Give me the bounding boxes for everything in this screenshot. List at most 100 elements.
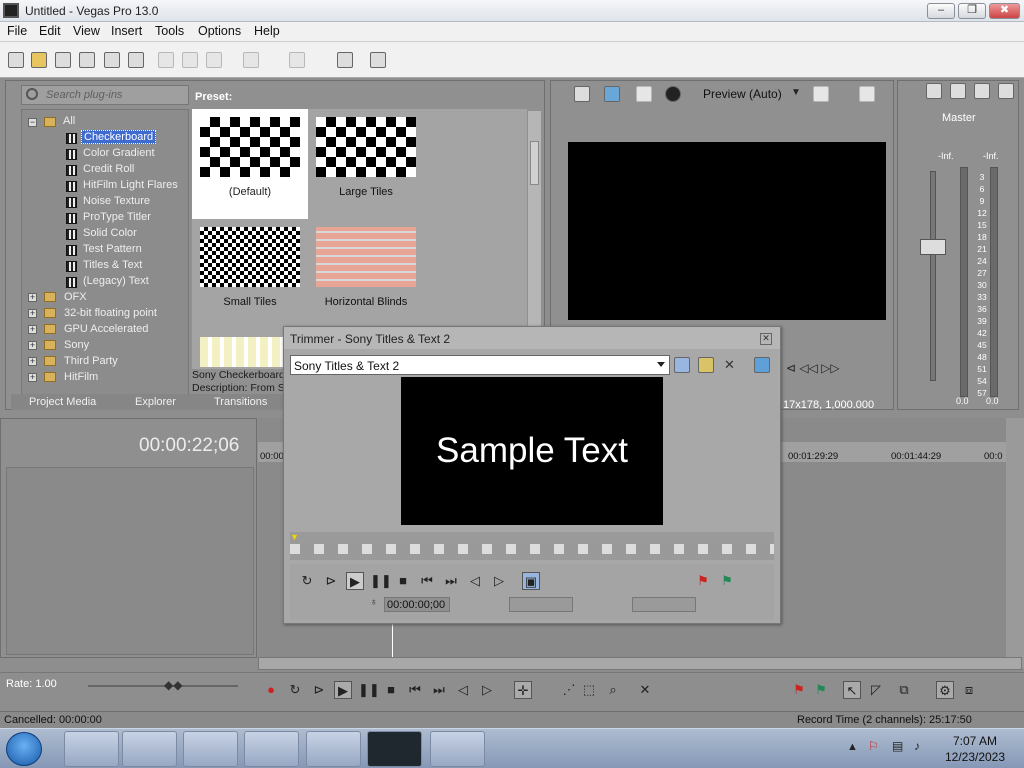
trimmer-in-field[interactable] — [509, 597, 573, 612]
auto-ripple-icon[interactable]: ◸ — [867, 681, 885, 699]
tree-node-credit-roll[interactable]: Credit Roll — [83, 163, 134, 175]
trimmer-start-icon[interactable]: ⏮ — [418, 572, 436, 590]
tree-node-checkerboard[interactable]: Checkerboard — [81, 130, 157, 144]
tree-node-hitfilm[interactable]: HitFilm — [64, 371, 98, 383]
help-pointer-icon[interactable] — [370, 52, 386, 68]
trimmer-timeline[interactable]: ▼ — [290, 532, 774, 560]
preview-quality-select[interactable]: Preview (Auto) — [703, 87, 782, 101]
timeline-zoom-bar[interactable] — [1006, 418, 1024, 668]
start-button[interactable] — [6, 732, 42, 766]
lock-envelopes-icon[interactable]: ⚙ — [936, 681, 954, 699]
properties-icon[interactable] — [128, 52, 144, 68]
taskbar-media-player[interactable] — [183, 731, 238, 767]
preview-nav-icons[interactable]: ⊲ ◁◁ ▷▷ — [786, 361, 840, 375]
zoom-tool-icon[interactable]: ⌕ — [604, 681, 622, 699]
record-icon[interactable]: ● — [262, 681, 280, 699]
search-plugins-input[interactable]: Search plug-ins — [21, 85, 189, 105]
tree-node-sony[interactable]: Sony — [64, 339, 89, 351]
trimmer-stop-icon[interactable]: ■ — [394, 572, 412, 590]
grid-icon[interactable] — [813, 86, 829, 102]
preview-properties-icon[interactable] — [574, 86, 590, 102]
tree-node-third-party[interactable]: Third Party — [64, 355, 118, 367]
brush-icon[interactable] — [337, 52, 353, 68]
trimmer-source-select[interactable]: Sony Titles & Text 2 — [290, 355, 670, 375]
maximize-button[interactable]: ❐ — [958, 3, 986, 19]
rate-slider-handle[interactable]: ◆◆ — [164, 678, 182, 692]
menu-view[interactable]: View — [73, 24, 100, 38]
menu-help[interactable]: Help — [254, 24, 280, 38]
trimmer-next-frame-icon[interactable]: ▷ — [490, 572, 508, 590]
taskbar-network-app[interactable] — [430, 731, 485, 767]
mixer-properties-icon[interactable] — [926, 83, 942, 99]
close-button[interactable]: ✖ — [989, 3, 1020, 19]
external-monitor-icon[interactable] — [604, 86, 620, 102]
trimmer-ruler[interactable] — [290, 544, 774, 554]
split-screen-icon[interactable] — [636, 86, 652, 102]
ignore-grouping-icon[interactable]: ⧈ — [960, 681, 978, 699]
expand-icon[interactable]: + — [28, 373, 37, 382]
tree-node-test-pattern[interactable]: Test Pattern — [83, 243, 142, 255]
crossfade-icon[interactable]: ⧉ — [895, 681, 913, 699]
taskbar-chrome[interactable] — [244, 731, 299, 767]
new-project-icon[interactable] — [8, 52, 24, 68]
pause-icon[interactable]: ❚❚ — [358, 681, 380, 699]
tree-node-noise-texture[interactable]: Noise Texture — [83, 195, 150, 207]
monitor-icon[interactable] — [754, 357, 770, 373]
show-hidden-icons[interactable]: ▲ — [847, 741, 858, 753]
prev-frame-icon[interactable]: ◁ — [454, 681, 472, 699]
volume-icon[interactable]: ♪ — [914, 739, 920, 753]
trimmer-properties-icon[interactable] — [674, 357, 690, 373]
menu-edit[interactable]: Edit — [39, 24, 61, 38]
taskbar-file-explorer[interactable] — [122, 731, 177, 767]
snapping-icon[interactable]: ↖ — [843, 681, 861, 699]
menu-insert[interactable]: Insert — [111, 24, 142, 38]
go-to-end-icon[interactable]: ⏭ — [430, 681, 448, 699]
normal-edit-tool-icon[interactable]: ✛ — [514, 681, 532, 699]
expand-icon[interactable]: + — [28, 325, 37, 334]
tab-transitions[interactable]: Transitions — [214, 396, 267, 408]
next-frame-icon[interactable]: ▷ — [478, 681, 496, 699]
mixer-settings-icon[interactable] — [998, 83, 1014, 99]
chevron-down-icon[interactable]: ▼ — [791, 87, 801, 98]
selection-tool-icon[interactable]: ⬚ — [580, 681, 598, 699]
tree-node-protype-titler[interactable]: ProType Titler — [83, 211, 151, 223]
trimmer-pause-icon[interactable]: ❚❚ — [370, 572, 392, 590]
preset-horizontal-blinds[interactable]: Horizontal Blinds — [308, 219, 424, 329]
volume-fader-track[interactable] — [930, 171, 936, 381]
scrollbar-thumb[interactable] — [530, 141, 539, 185]
preset-small-tiles[interactable]: Small Tiles — [192, 219, 308, 329]
go-to-start-icon[interactable]: ⏮ — [406, 681, 424, 699]
collapse-icon[interactable]: − — [28, 118, 37, 127]
dim-output-icon[interactable] — [974, 83, 990, 99]
expand-icon[interactable]: + — [28, 309, 37, 318]
play-icon[interactable]: ▶ — [334, 681, 352, 699]
tree-node-hitfilm-light-flares[interactable]: HitFilm Light Flares — [83, 179, 178, 191]
copy-snapshot-icon[interactable] — [859, 86, 875, 102]
tree-node-legacy-text[interactable]: (Legacy) Text — [83, 275, 149, 287]
trimmer-flag-icon[interactable]: ⚑ — [694, 572, 712, 590]
marker-icon[interactable]: ⚑ — [790, 681, 808, 699]
downmix-icon[interactable] — [950, 83, 966, 99]
tab-explorer[interactable]: Explorer — [135, 396, 176, 408]
rate-slider[interactable] — [88, 685, 238, 687]
trimmer-end-icon[interactable]: ⏭ — [442, 572, 460, 590]
redo-icon[interactable] — [289, 52, 305, 68]
menu-options[interactable]: Options — [198, 24, 241, 38]
timeline-horizontal-scrollbar[interactable] — [258, 657, 1022, 670]
tree-node-solid-color[interactable]: Solid Color — [83, 227, 137, 239]
menu-file[interactable]: File — [7, 24, 27, 38]
delete-icon[interactable]: ✕ — [636, 681, 654, 699]
play-from-start-icon[interactable]: ⊳ — [310, 681, 328, 699]
trimmer-loop-icon[interactable]: ↻ — [298, 572, 316, 590]
preset-large-tiles[interactable]: Large Tiles — [308, 109, 424, 219]
taskbar-internet-explorer[interactable] — [64, 731, 119, 767]
tab-project-media[interactable]: Project Media — [29, 396, 96, 408]
menu-tools[interactable]: Tools — [155, 24, 184, 38]
stop-icon[interactable]: ■ — [382, 681, 400, 699]
generator-edit-icon[interactable] — [698, 357, 714, 373]
minimize-button[interactable]: – — [927, 3, 955, 19]
network-icon[interactable]: ▤ — [892, 739, 903, 753]
tree-node-ofx[interactable]: OFX — [64, 291, 87, 303]
trimmer-prev-frame-icon[interactable]: ◁ — [466, 572, 484, 590]
expand-icon[interactable]: + — [28, 341, 37, 350]
